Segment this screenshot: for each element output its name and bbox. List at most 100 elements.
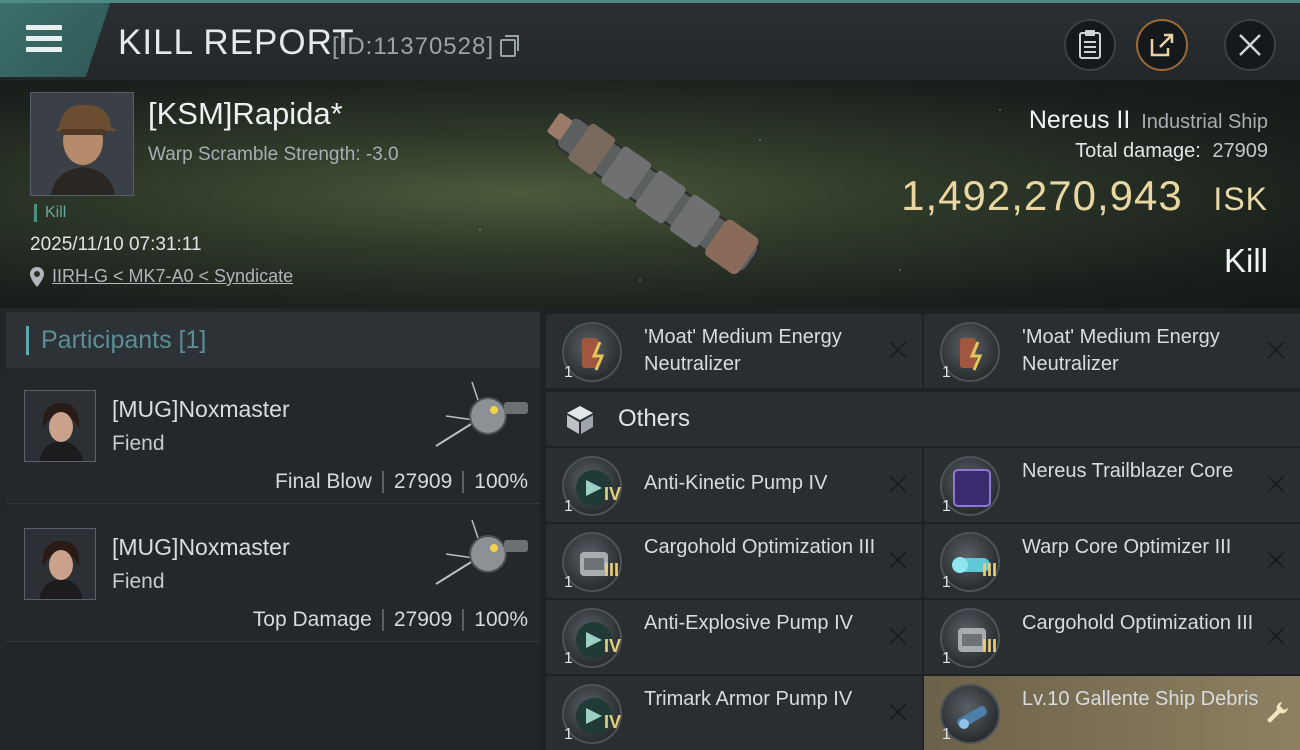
drone-ship-icon [435, 519, 528, 585]
participant-damage: 27909 [393, 470, 453, 493]
participant-role: Top Damage [252, 608, 372, 631]
kill-datetime: 2025/11/10 07:31:11 [30, 234, 202, 255]
item-qty: 1 [942, 726, 951, 743]
copy-icon[interactable] [500, 35, 519, 57]
item-qty: 1 [942, 498, 951, 515]
item-name: Anti-Kinetic Pump IV [644, 472, 828, 494]
close-button[interactable] [1224, 19, 1276, 71]
top-bar: KILL REPORT [ID:11370528] [0, 0, 1300, 80]
clipboard-icon [1079, 30, 1101, 59]
item-tier: III [982, 636, 998, 656]
divider [462, 609, 465, 631]
item-slot-dropped[interactable]: 1 Lv.10 Gallente Ship Debris [924, 676, 1300, 750]
location-text[interactable]: IIRH-G < MK7-A0 < Syndicate [52, 266, 293, 287]
participants-panel: Participants [1] [MUG]Noxmaster Fiend Fi… [0, 308, 540, 750]
item-qty: 1 [564, 574, 573, 591]
isk-value: 1,492,270,943 ISK [901, 172, 1268, 220]
destroyed-icon [888, 702, 908, 722]
item-name: Nereus Trailblazer Core [1022, 460, 1234, 482]
item-slot[interactable]: 1 Nereus Trailblazer Core [924, 448, 1300, 522]
isk-amount: 1,492,270,943 [901, 172, 1183, 219]
report-id: [ID:11370528] [332, 33, 495, 60]
item-tier: IV [604, 484, 622, 504]
close-icon [1239, 34, 1261, 56]
participant-card[interactable]: [MUG]Noxmaster Fiend Final Blow 27909 10… [6, 370, 540, 504]
participant-stats: Top Damage 27909 100% [253, 608, 528, 632]
item-tier: III [982, 560, 998, 580]
page-title: KILL REPORT [118, 23, 355, 62]
participant-percent: 100% [474, 608, 528, 631]
item-slot[interactable]: 1 III Cargohold Optimization III [546, 524, 922, 598]
ship-class: Industrial Ship [1141, 111, 1268, 133]
location-pin-icon [30, 266, 44, 287]
destroyed-icon [888, 474, 908, 494]
victim-avatar[interactable] [30, 92, 134, 196]
item-name: 'Moat' Medium Energy Neutralizer [644, 326, 842, 375]
item-qty: 1 [942, 364, 951, 381]
participant-card[interactable]: [MUG]Noxmaster Fiend Top Damage 27909 10… [6, 508, 540, 642]
total-damage-value: 27909 [1212, 140, 1268, 162]
victim-name[interactable]: [KSM]Rapida* [148, 96, 343, 132]
participant-name: [MUG]Noxmaster [112, 396, 290, 422]
participants-header: Participants [1] [6, 312, 540, 368]
victim-banner: [KSM]Rapida* Warp Scramble Strength: -3.… [0, 80, 1300, 308]
item-slot[interactable]: 1 IV Anti-Explosive Pump IV [546, 600, 922, 674]
item-name: Anti-Explosive Pump IV [644, 612, 853, 634]
item-tier: IV [604, 712, 622, 732]
participant-stats: Final Blow 27909 100% [275, 470, 528, 494]
divider [381, 471, 384, 493]
divider [462, 471, 465, 493]
ship-type: Nereus II Industrial Ship [1029, 106, 1268, 135]
item-slot[interactable]: 1 IV Anti-Kinetic Pump IV [546, 448, 922, 522]
item-slot[interactable]: 1 'Moat' Medium Energy Neutralizer [924, 314, 1300, 388]
total-damage-label: Total damage: [1075, 140, 1201, 162]
report-button[interactable] [1064, 19, 1116, 71]
destroyed-icon [1266, 474, 1286, 494]
item-name: 'Moat' Medium Energy Neutralizer [1022, 326, 1220, 375]
ship-name: Nereus II [1028, 106, 1131, 134]
isk-unit: ISK [1213, 181, 1268, 217]
participant-role: Final Blow [275, 470, 372, 493]
share-icon [1150, 33, 1174, 57]
item-qty: 1 [564, 726, 573, 743]
item-slot[interactable]: 1 'Moat' Medium Energy Neutralizer [546, 314, 922, 388]
item-name: Trimark Armor Pump IV [644, 688, 853, 710]
hamburger-icon [26, 25, 62, 53]
destroyed-icon [1266, 340, 1286, 360]
item-slot[interactable]: 1 III Cargohold Optimization III [924, 600, 1300, 674]
menu-button[interactable] [0, 3, 110, 77]
others-section-header: Others [546, 392, 1300, 446]
others-title: Others [618, 405, 691, 432]
location-link[interactable]: IIRH-G < MK7-A0 < Syndicate [30, 266, 293, 287]
item-name: Cargohold Optimization III [644, 536, 876, 558]
result-label: Kill [1223, 242, 1268, 279]
ship-render [547, 113, 759, 275]
divider [381, 609, 384, 631]
item-qty: 1 [564, 650, 573, 667]
item-qty: 1 [942, 574, 951, 591]
destroyed-icon [888, 550, 908, 570]
total-damage: Total damage: 27909 [1075, 140, 1268, 163]
destroyed-icon [1266, 626, 1286, 646]
participant-ship: Fiend [112, 570, 165, 593]
item-name: Warp Core Optimizer III [1022, 536, 1232, 558]
item-slot[interactable]: 1 III Warp Core Optimizer III [924, 524, 1300, 598]
item-qty: 1 [942, 650, 951, 667]
participants-title: Participants [1] [26, 326, 206, 355]
kill-tag: Kill [34, 204, 66, 222]
participant-name: [MUG]Noxmaster [112, 534, 290, 560]
item-slot[interactable]: 1 IV Trimark Armor Pump IV [546, 676, 922, 750]
item-name: Lv.10 Gallente Ship Debris [1022, 688, 1259, 710]
participant-damage: 27909 [393, 608, 453, 631]
cube-icon [567, 406, 593, 434]
participant-avatar[interactable] [24, 528, 96, 600]
warp-scramble-strength: Warp Scramble Strength: -3.0 [148, 144, 399, 165]
participant-avatar[interactable] [24, 390, 96, 462]
item-tier: IV [604, 636, 622, 656]
participant-percent: 100% [474, 470, 528, 493]
items-panel: 1 'Moat' Medium Energy Neutralizer 1 'Mo… [540, 308, 1300, 750]
wrench-icon[interactable] [1264, 700, 1290, 726]
item-qty: 1 [564, 498, 573, 515]
share-button[interactable] [1136, 19, 1188, 71]
destroyed-icon [1266, 550, 1286, 570]
